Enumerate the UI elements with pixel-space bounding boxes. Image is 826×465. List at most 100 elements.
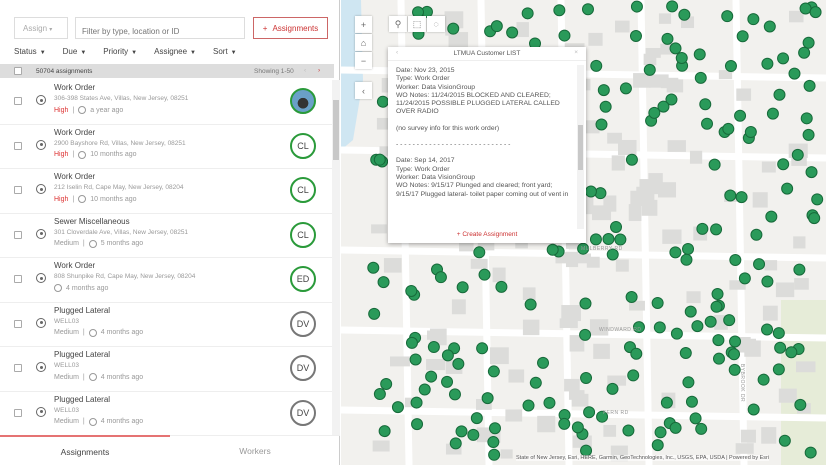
assignment-marker <box>670 327 683 340</box>
assignment-marker <box>425 370 438 383</box>
assignment-marker <box>781 182 794 195</box>
filter-status[interactable]: Status ▼ <box>14 47 46 56</box>
assignment-marker <box>627 369 640 382</box>
separator: | <box>72 106 75 114</box>
separator: | <box>82 418 85 425</box>
assignment-marker <box>666 0 679 13</box>
list-item[interactable]: Work Order 808 Shunpike Rd, Cape May, Ne… <box>0 258 332 303</box>
filter-priority[interactable]: Priority ▼ <box>103 47 137 56</box>
list-item[interactable]: Plugged Lateral WELL03 Medium | 4 months a… <box>0 303 332 347</box>
assignee-avatar[interactable]: DV <box>290 399 316 426</box>
tab-assignments[interactable]: Assignments <box>0 435 170 465</box>
assignee-avatar[interactable]: ED <box>290 266 316 292</box>
list-item[interactable]: Work Order 212 Iselin Rd, Cape May, New … <box>0 169 332 214</box>
prev-page-icon[interactable]: ‹ <box>304 67 306 74</box>
filter-assignee[interactable]: Assignee ▼ <box>154 47 196 56</box>
assignment-marker <box>558 417 571 430</box>
assignment-marker <box>747 13 760 26</box>
row-checkbox[interactable] <box>14 141 22 150</box>
scrollbar-thumb[interactable] <box>578 125 583 170</box>
add-assignments-button[interactable]: + Assignments <box>253 17 328 39</box>
assignment-marker <box>799 2 812 15</box>
assignment-type: Work Order <box>54 83 96 92</box>
assignment-marker <box>537 356 550 369</box>
next-page-icon[interactable]: › <box>318 67 320 74</box>
assignment-marker <box>619 82 632 95</box>
search-tool-button[interactable]: ⚲ <box>389 16 407 32</box>
list-item[interactable]: Work Order 2900 Bayshore Rd, Villas, New… <box>0 125 332 169</box>
building <box>508 369 525 383</box>
assignee-avatar[interactable]: CL <box>290 221 316 248</box>
filter-sort[interactable]: Sort ▼ <box>213 47 237 56</box>
select-tool-button[interactable]: ⬚ <box>408 16 426 32</box>
row-checkbox[interactable] <box>14 319 22 328</box>
feature-popup: ‹ LTMUA Customer LIST × Date: Nov 23, 20… <box>388 47 586 243</box>
building <box>796 361 816 373</box>
assignment-marker <box>622 424 635 437</box>
home-icon: ⌂ <box>360 37 367 48</box>
scrollbar-thumb[interactable] <box>333 100 339 160</box>
select-all-checkbox[interactable] <box>14 67 22 75</box>
assignee-avatar[interactable]: CL <box>290 177 316 203</box>
building <box>643 53 657 66</box>
assignment-marker <box>495 280 508 293</box>
list-item[interactable]: Sewer Miscellaneous 301 Cloverdale Ave, … <box>0 214 332 258</box>
assignee-avatar[interactable]: CL <box>290 132 316 159</box>
locate-icon[interactable] <box>36 184 46 194</box>
list-item[interactable]: Plugged Lateral WELL03 Medium | 4 months a… <box>0 347 332 392</box>
locate-icon[interactable] <box>36 406 46 417</box>
assign-dropdown[interactable]: Assign ▾ <box>14 17 68 39</box>
create-assignment-link[interactable]: + Create Assignment <box>388 231 586 238</box>
building <box>794 278 809 290</box>
assignment-marker <box>452 357 465 370</box>
assignment-marker <box>581 3 594 16</box>
building <box>591 205 612 221</box>
locate-icon[interactable] <box>36 139 46 150</box>
assignee-avatar[interactable] <box>290 88 316 114</box>
assignment-marker <box>606 382 619 395</box>
tab-workers[interactable]: Workers <box>170 436 340 465</box>
assignment-marker <box>651 296 664 309</box>
assignee-avatar[interactable]: DV <box>290 355 316 381</box>
map-attribution: State of New Jersey, Esri, HERE, Garmin,… <box>516 455 770 461</box>
locate-icon[interactable] <box>36 362 46 372</box>
assignment-marker <box>661 32 674 45</box>
row-checkbox[interactable] <box>14 408 22 417</box>
home-button[interactable]: ⌂ <box>355 34 372 51</box>
assignment-marker <box>798 46 811 59</box>
building <box>565 251 579 268</box>
filter-due[interactable]: Due ▼ <box>63 47 87 56</box>
popup-close-icon[interactable]: × <box>574 49 578 56</box>
building <box>615 259 629 272</box>
locate-icon[interactable] <box>36 317 46 328</box>
locate-icon[interactable] <box>36 228 46 239</box>
assignment-marker <box>558 29 571 42</box>
clock-icon <box>88 328 97 337</box>
assignee-avatar[interactable]: DV <box>290 310 316 337</box>
assignment-marker <box>487 365 500 378</box>
assignment-marker <box>630 0 643 13</box>
popup-scrollbar[interactable] <box>577 65 584 229</box>
building <box>537 415 556 433</box>
locate-icon[interactable] <box>36 273 46 283</box>
assignment-marker <box>583 406 596 419</box>
assignment-location: 2900 Bayshore Rd, Villas, New Jersey, 08… <box>54 139 186 147</box>
chevron-down-icon: ▾ <box>49 27 53 33</box>
list-item[interactable]: Plugged Lateral WELL03 Medium | 4 months a… <box>0 392 332 436</box>
filter-input[interactable] <box>75 17 245 39</box>
assignment-marker <box>478 268 491 281</box>
popup-back-icon[interactable]: ‹ <box>396 49 398 56</box>
zoom-in-button[interactable]: + <box>355 16 372 33</box>
zoom-out-button[interactable]: − <box>355 52 372 69</box>
row-checkbox[interactable] <box>14 275 22 283</box>
clock-icon <box>78 150 87 159</box>
row-checkbox[interactable] <box>14 97 22 105</box>
list-scrollbar[interactable] <box>332 80 340 435</box>
collapse-panel-button[interactable]: ‹ <box>355 82 372 99</box>
list-item[interactable]: Work Order 306-398 States Ave, Villas, N… <box>0 80 332 125</box>
lasso-tool-button[interactable]: ◌ <box>427 16 445 32</box>
locate-icon[interactable] <box>36 95 46 105</box>
row-checkbox[interactable] <box>14 186 22 194</box>
row-checkbox[interactable] <box>14 364 22 372</box>
row-checkbox[interactable] <box>14 230 22 239</box>
